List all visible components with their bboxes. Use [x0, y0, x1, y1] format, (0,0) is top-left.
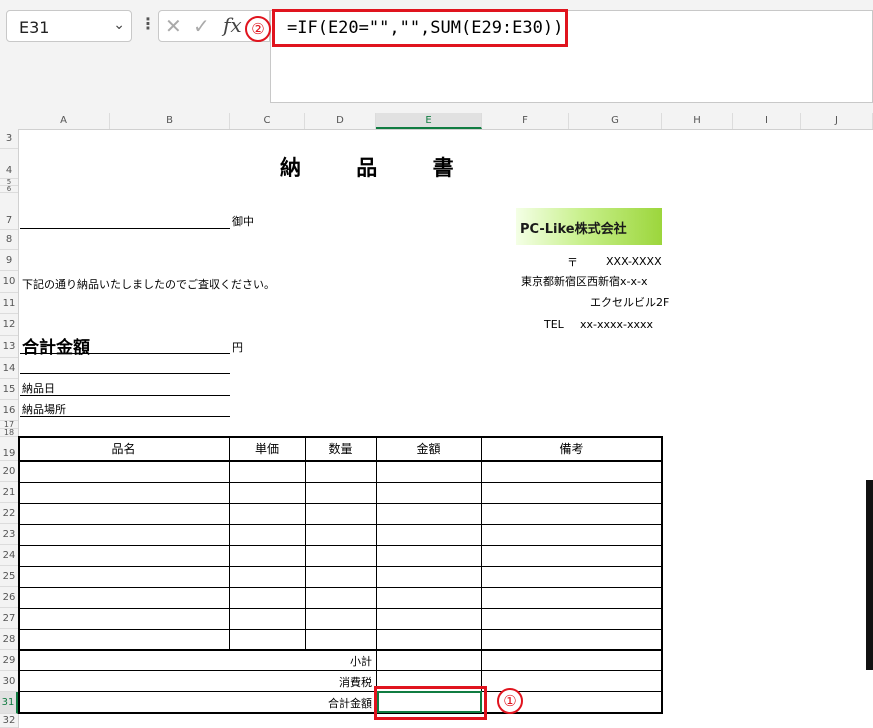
total-amount-label: 合計金額	[22, 338, 90, 358]
delivery-place-underline	[20, 416, 230, 417]
yen-label: 円	[232, 341, 243, 354]
table-grid-line	[19, 545, 662, 546]
name-box-value: E31	[19, 18, 50, 37]
row-header[interactable]: 29	[0, 650, 18, 671]
recipient-underline	[20, 228, 230, 229]
table-grid-line	[19, 629, 662, 630]
row-header[interactable]: 24	[0, 545, 18, 566]
column-header-i[interactable]: I	[733, 113, 801, 129]
company-logo-text: PC-Like株式会社	[520, 222, 627, 237]
row-header[interactable]: 15	[0, 379, 18, 400]
table-grid-line	[19, 670, 662, 671]
table-grid-line	[19, 587, 662, 588]
column-header-a[interactable]: A	[18, 113, 110, 129]
step-marker-1: ①	[497, 688, 523, 714]
more-options-icon[interactable]: ⋮	[140, 14, 156, 33]
table-grid-line	[305, 437, 306, 650]
row-header-bar: 3 4 5 6 7 8 9 10 11 12 13 14 15 16 17 18…	[0, 129, 19, 728]
vertical-scrollbar[interactable]	[866, 480, 873, 670]
column-header-bar: A B C D E F G H I J	[0, 113, 873, 130]
row-header[interactable]: 16	[0, 400, 18, 421]
check-icon[interactable]: ✓	[193, 14, 210, 38]
cancel-icon[interactable]: ✕	[165, 14, 182, 38]
step-marker-2: ②	[245, 16, 271, 42]
total-underline	[20, 353, 230, 354]
row-header[interactable]: 14	[0, 358, 18, 379]
header-remarks: 備考	[559, 442, 584, 456]
header-quantity: 数量	[328, 442, 353, 456]
select-all-corner[interactable]	[0, 113, 18, 129]
tel-number: xx-xxxx-xxxx	[580, 318, 654, 331]
delivery-place-label: 納品場所	[22, 403, 66, 416]
table-grid-line	[19, 566, 662, 567]
column-header-d[interactable]: D	[305, 113, 376, 129]
cell-highlight-box	[374, 686, 487, 720]
row-header[interactable]: 13	[0, 336, 18, 358]
company-logo: PC-Like株式会社	[516, 208, 662, 245]
table-grid-line	[19, 460, 662, 462]
row-header[interactable]: 23	[0, 524, 18, 545]
row-header[interactable]: 19	[0, 437, 18, 461]
intro-text: 下記の通り納品いたしましたのでご査収ください。	[22, 278, 275, 291]
postal-mark: 〒	[567, 256, 578, 269]
column-header-c[interactable]: C	[230, 113, 305, 129]
row-header[interactable]: 8	[0, 230, 18, 250]
column-header-j[interactable]: J	[801, 113, 873, 129]
row-header[interactable]: 3	[0, 129, 18, 149]
column-header-h[interactable]: H	[662, 113, 733, 129]
column-header-f[interactable]: F	[482, 113, 569, 129]
row-header[interactable]: 27	[0, 608, 18, 629]
honorific-label: 御中	[232, 215, 254, 228]
column-header-e[interactable]: E	[376, 113, 482, 129]
table-grid-line	[19, 482, 662, 483]
row-header[interactable]: 30	[0, 671, 18, 692]
row-header[interactable]: 28	[0, 629, 18, 650]
address-line-1: 東京都新宿区西新宿x-x-x	[521, 275, 648, 288]
row-header[interactable]: 7	[0, 193, 18, 230]
table-grid-line	[19, 691, 662, 692]
row-header[interactable]: 12	[0, 314, 18, 336]
row-header[interactable]: 10	[0, 271, 18, 293]
address-line-2: エクセルビル2F	[590, 296, 670, 309]
row-header[interactable]: 21	[0, 482, 18, 503]
header-unit-price: 単価	[254, 442, 279, 456]
row-header[interactable]: 18	[0, 429, 18, 437]
table-grid-line	[229, 437, 230, 650]
table-grid-line	[19, 503, 662, 504]
blank-underline	[20, 373, 230, 374]
row-header[interactable]: 22	[0, 503, 18, 524]
row-header[interactable]: 11	[0, 293, 18, 314]
column-header-g[interactable]: G	[569, 113, 662, 129]
subtotal-label: 小計	[350, 655, 372, 668]
header-item-name: 品名	[111, 442, 136, 456]
chevron-down-icon[interactable]: ⌄	[113, 17, 125, 33]
tax-label: 消費税	[339, 676, 372, 689]
document-title: 納 品 書	[280, 156, 478, 180]
row-header[interactable]: 9	[0, 250, 18, 271]
row-header[interactable]: 20	[0, 461, 18, 482]
row-header[interactable]: 31	[0, 692, 18, 714]
row-header[interactable]: 6	[0, 186, 18, 193]
name-box[interactable]: E31 ⌄	[6, 10, 132, 42]
table-grid-line	[19, 608, 662, 609]
row-header[interactable]: 26	[0, 587, 18, 608]
items-table	[18, 436, 663, 714]
table-grid-line	[19, 649, 662, 651]
postal-code: XXX-XXXX	[606, 255, 662, 268]
delivery-date-underline	[20, 395, 230, 396]
row-header[interactable]: 32	[0, 714, 18, 728]
tel-label: TEL	[544, 318, 564, 331]
table-grid-line	[481, 437, 482, 713]
column-header-b[interactable]: B	[110, 113, 230, 129]
header-amount: 金額	[416, 442, 441, 456]
table-grid-line	[19, 524, 662, 525]
row-header[interactable]: 25	[0, 566, 18, 587]
table-grid-line	[376, 437, 377, 713]
row-header[interactable]: 4	[0, 149, 18, 179]
formula-highlight-box	[272, 9, 568, 47]
delivery-date-label: 納品日	[22, 382, 55, 395]
insert-function-icon[interactable]: fx	[223, 13, 242, 37]
grand-total-label: 合計金額	[328, 697, 372, 710]
